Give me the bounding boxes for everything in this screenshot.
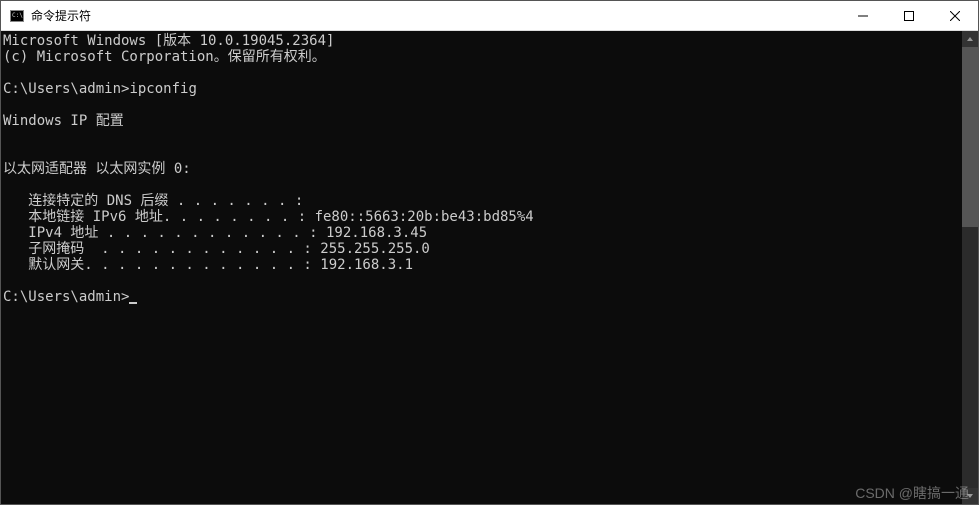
prompt-path: C:\Users\admin> xyxy=(3,289,129,305)
vertical-scrollbar[interactable] xyxy=(962,31,978,504)
scroll-down-button[interactable] xyxy=(962,488,978,504)
adapter-header: 以太网适配器 以太网实例 0: xyxy=(3,161,191,177)
cursor-icon xyxy=(129,302,137,304)
maximize-button[interactable] xyxy=(886,1,932,30)
dns-suffix-line: 连接特定的 DNS 后缀 . . . . . . . : xyxy=(3,193,303,209)
scroll-up-button[interactable] xyxy=(962,31,978,47)
version-line: Microsoft Windows [版本 10.0.19045.2364] xyxy=(3,33,334,49)
window-controls xyxy=(840,1,978,30)
app-icon xyxy=(9,8,25,24)
terminal-area: Microsoft Windows [版本 10.0.19045.2364] (… xyxy=(1,31,978,504)
command-prompt-window: 命令提示符 Microsoft Windows [版本 10.0.19045.2… xyxy=(0,0,979,505)
ipconfig-header: Windows IP 配置 xyxy=(3,113,124,129)
subnet-line: 子网掩码 . . . . . . . . . . . . : 255.255.2… xyxy=(3,241,430,257)
scroll-thumb[interactable] xyxy=(962,47,978,227)
minimize-button[interactable] xyxy=(840,1,886,30)
titlebar[interactable]: 命令提示符 xyxy=(1,1,978,31)
copyright-line: (c) Microsoft Corporation。保留所有权利。 xyxy=(3,49,326,65)
prompt-path: C:\Users\admin> xyxy=(3,81,129,97)
close-button[interactable] xyxy=(932,1,978,30)
command-text: ipconfig xyxy=(129,81,196,97)
gateway-line: 默认网关. . . . . . . . . . . . . : 192.168.… xyxy=(3,257,413,273)
ipv6-line: 本地链接 IPv6 地址. . . . . . . . : fe80::5663… xyxy=(3,209,534,225)
ipv4-line: IPv4 地址 . . . . . . . . . . . . : 192.16… xyxy=(3,225,427,241)
terminal-output[interactable]: Microsoft Windows [版本 10.0.19045.2364] (… xyxy=(1,31,962,504)
window-title: 命令提示符 xyxy=(31,7,840,24)
